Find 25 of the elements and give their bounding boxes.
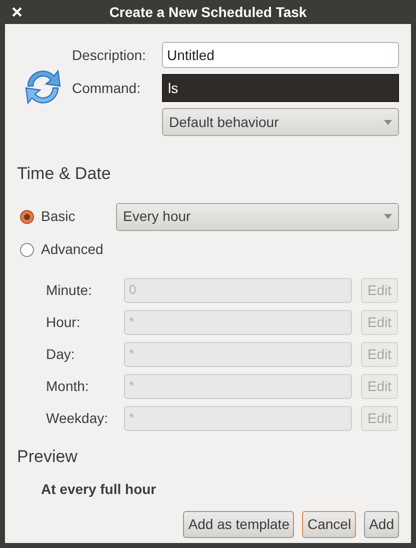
field-label: Day: bbox=[46, 344, 76, 364]
description-field[interactable]: Untitled bbox=[162, 42, 399, 68]
preview-text: At every full hour bbox=[41, 480, 158, 499]
field-label: Minute: bbox=[46, 280, 93, 300]
field-label: Hour: bbox=[46, 312, 82, 332]
radio-label[interactable]: Basic bbox=[41, 206, 116, 227]
radio-label[interactable]: Advanced bbox=[41, 239, 116, 260]
dropdown-arrow-icon bbox=[384, 214, 392, 219]
command-field[interactable]: ls bbox=[162, 74, 399, 102]
close-icon[interactable] bbox=[12, 7, 22, 17]
radio-button[interactable] bbox=[20, 242, 34, 256]
dropdown-arrow-icon bbox=[384, 120, 392, 124]
description-label: Description: bbox=[72, 46, 147, 65]
frequency-dropdown[interactable]: Every hour bbox=[116, 202, 399, 230]
dialog-button[interactable]: Cancel bbox=[302, 511, 356, 538]
window-title: Create a New Scheduled Task bbox=[109, 2, 307, 22]
field-label: Weekday: bbox=[46, 408, 109, 428]
section-heading: Time & Date bbox=[17, 163, 112, 185]
behaviour-dropdown[interactable]: Default behaviour bbox=[162, 108, 399, 136]
dialog-button[interactable]: Add bbox=[364, 511, 399, 538]
dialog-button[interactable]: Add as template bbox=[183, 511, 294, 538]
command-label: Command: bbox=[72, 78, 142, 98]
section-heading: Preview bbox=[17, 446, 78, 468]
field-label: Month: bbox=[46, 376, 90, 396]
radio-button[interactable] bbox=[20, 210, 34, 224]
